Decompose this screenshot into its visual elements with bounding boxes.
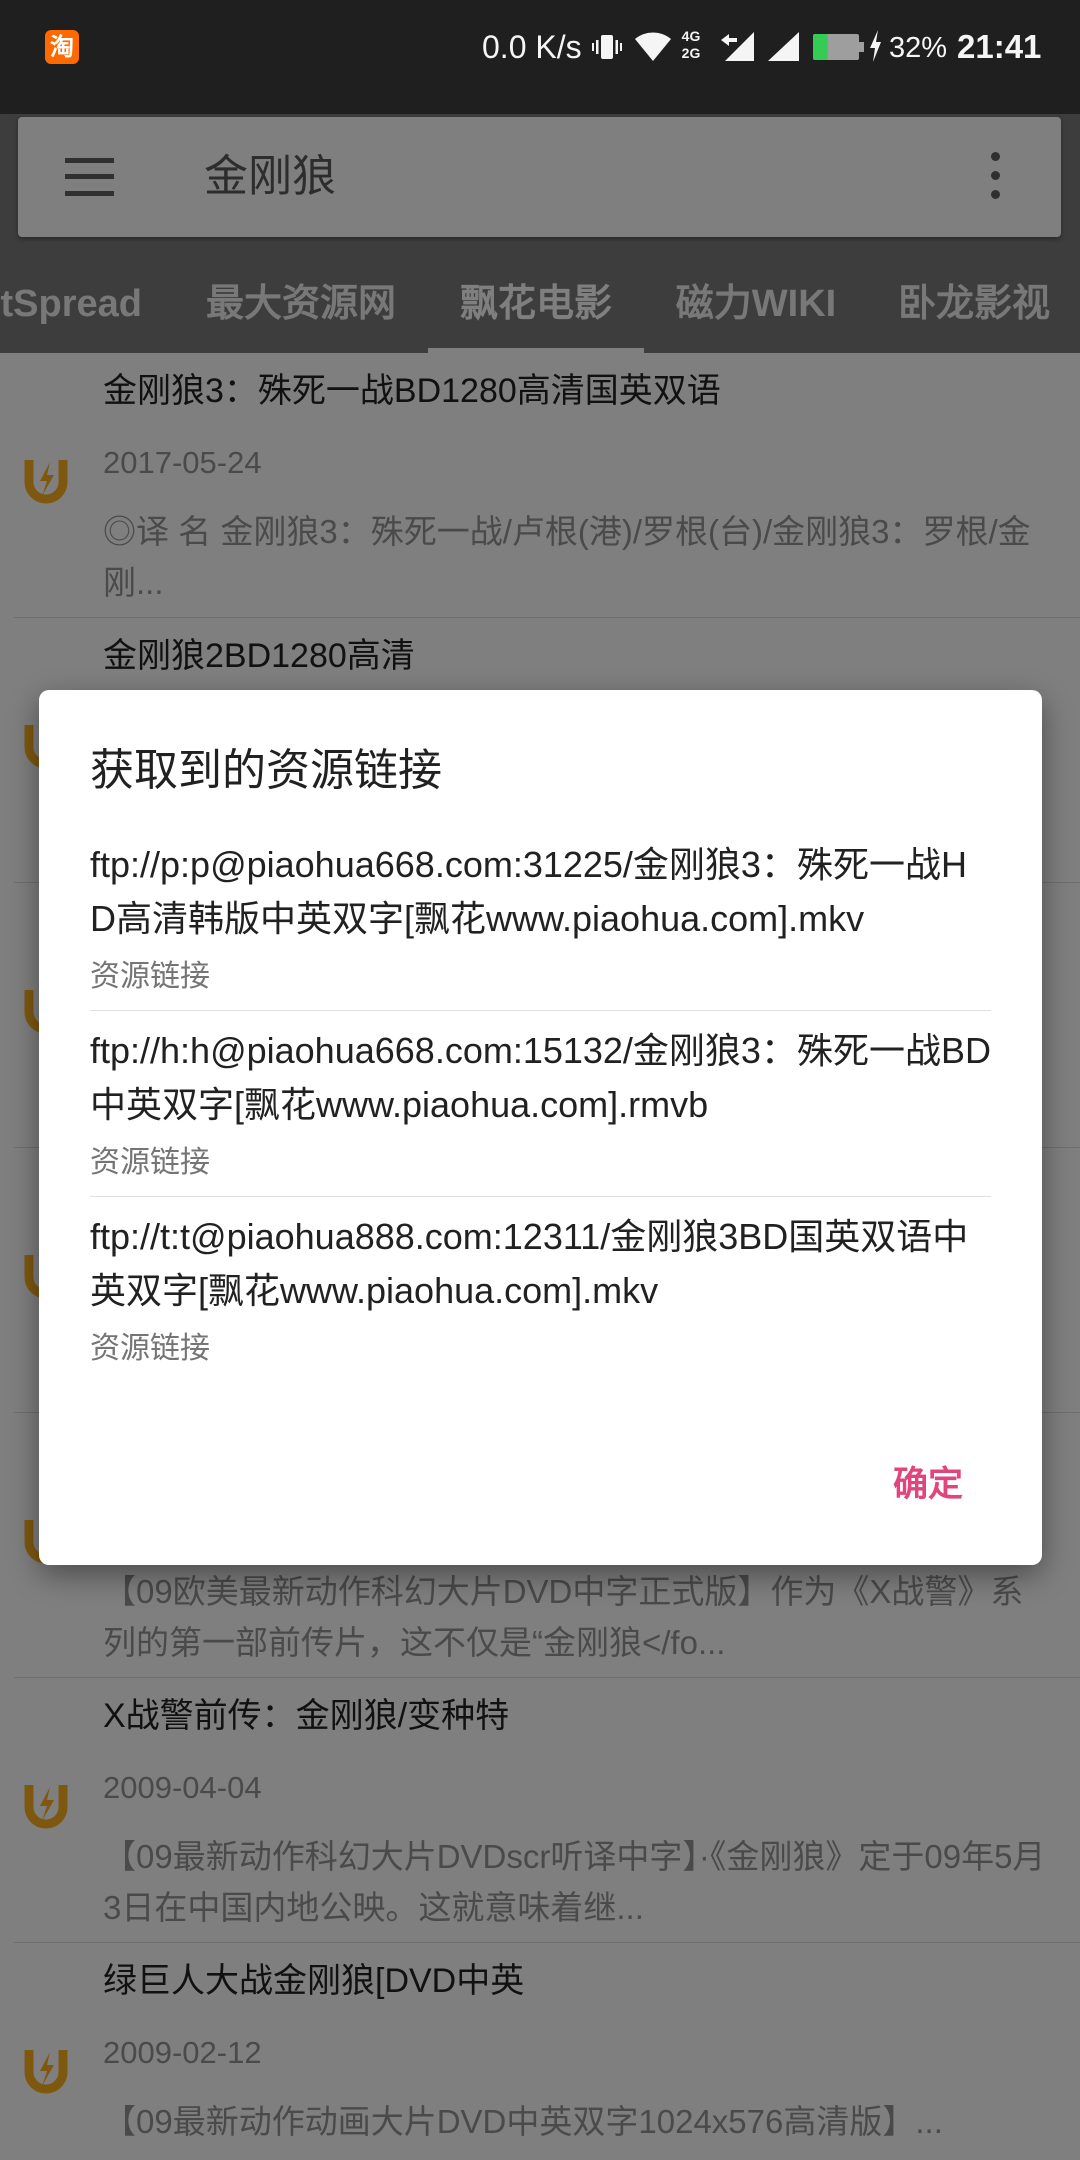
signal-icon <box>768 32 799 61</box>
network-type-bottom: 2G <box>681 45 701 61</box>
status-bar: 淘 0.0 K/s 4G 2G 32% 21:41 <box>0 0 1080 114</box>
dialog-title: 获取到的资源链接 <box>90 746 442 795</box>
resource-link-caption: 资源链接 <box>90 1146 210 1179</box>
resource-link-url: ftp://p:p@piaohua668.com:31225/金刚狼3：殊死一战… <box>90 844 967 939</box>
battery-level-fill <box>813 34 828 60</box>
resource-link-item[interactable]: ftp://h:h@piaohua668.com:15132/金刚狼3：殊死一战… <box>90 1011 991 1197</box>
resource-links-dialog: 获取到的资源链接 ftp://p:p@piaohua668.com:31225/… <box>39 690 1042 1565</box>
battery-percent: 32% <box>889 32 948 64</box>
resource-link-url: ftp://t:t@piaohua888.com:12311/金刚狼3BD国英双… <box>90 1216 969 1311</box>
resource-link-url: ftp://h:h@piaohua668.com:15132/金刚狼3：殊死一战… <box>90 1030 991 1125</box>
taobao-icon: 淘 <box>45 30 79 64</box>
resource-link-list: ftp://p:p@piaohua668.com:31225/金刚狼3：殊死一战… <box>90 825 991 1382</box>
resource-link-caption: 资源链接 <box>90 1332 210 1365</box>
resource-link-caption: 资源链接 <box>90 960 210 993</box>
network-type: 4G 2G <box>679 28 703 62</box>
charging-bolt-icon <box>870 30 881 62</box>
clock: 21:41 <box>957 28 1042 65</box>
vibrate-icon <box>592 35 622 59</box>
confirm-button[interactable]: 确定 <box>877 1445 979 1525</box>
resource-link-item[interactable]: ftp://p:p@piaohua668.com:31225/金刚狼3：殊死一战… <box>90 825 991 1011</box>
signal-icon <box>721 32 754 61</box>
wifi-icon <box>635 32 671 61</box>
battery-icon <box>813 34 864 60</box>
network-type-top: 4G <box>681 28 701 44</box>
resource-link-item[interactable]: ftp://t:t@piaohua888.com:12311/金刚狼3BD国英双… <box>90 1197 991 1382</box>
network-speed: 0.0 K/s <box>482 29 582 65</box>
